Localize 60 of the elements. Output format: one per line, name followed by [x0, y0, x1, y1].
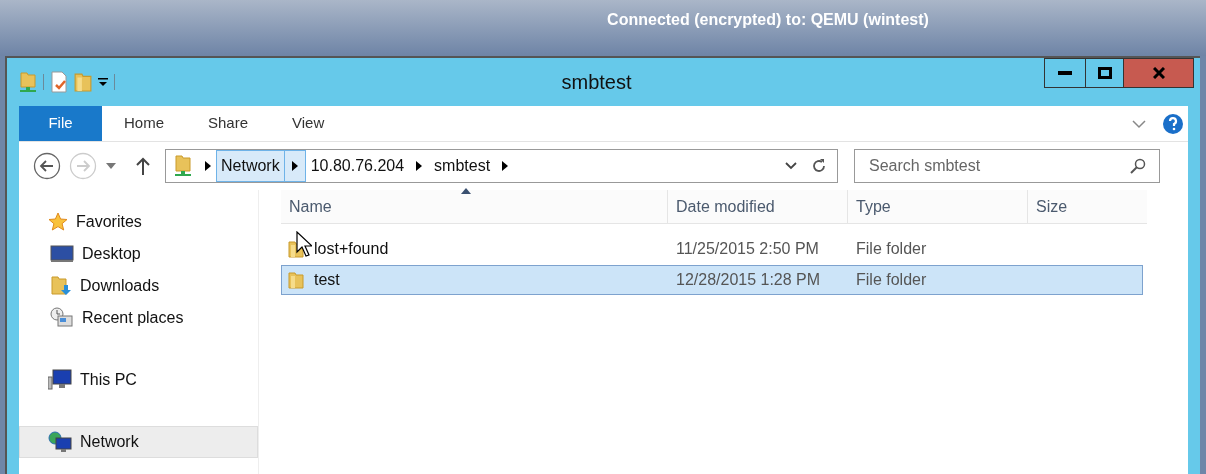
column-header[interactable]: Type: [847, 190, 1027, 223]
window-title: smbtest: [561, 70, 632, 95]
computer-icon: [48, 369, 72, 391]
star-icon: [48, 212, 68, 232]
file-name: lost+found: [314, 239, 389, 259]
breadcrumb[interactable]: 10.80.76.204: [305, 150, 410, 182]
ribbon-tab[interactable]: File: [19, 106, 102, 141]
breadcrumb[interactable]: Network: [216, 150, 285, 182]
close-icon: [1152, 67, 1165, 79]
minimize-button[interactable]: [1044, 58, 1086, 88]
ribbon-tab[interactable]: View: [270, 106, 347, 141]
help-icon[interactable]: [1162, 112, 1184, 135]
table-cell-text: File folder: [855, 239, 928, 259]
close-button[interactable]: [1124, 58, 1194, 88]
sidebar-item[interactable]: This PC: [19, 364, 258, 396]
table-cell-text: 12/28/2015 1:28 PM: [675, 270, 822, 290]
recent-places-icon: [50, 307, 74, 329]
column-header[interactable]: Size: [1027, 190, 1147, 223]
breadcrumb-arrow-icon[interactable]: [501, 161, 510, 171]
address-bar[interactable]: Network 10.80.76.204 smbtest: [165, 149, 838, 183]
folder-icon: [288, 271, 304, 289]
breadcrumb-arrow-icon[interactable]: [415, 161, 424, 171]
download-folder-icon: [50, 275, 72, 297]
up-arrow-icon[interactable]: [135, 156, 151, 176]
monitor-icon: [50, 245, 74, 263]
network-folder-icon: [174, 154, 192, 178]
column-header[interactable]: Date modified: [667, 190, 847, 223]
refresh-icon[interactable]: [811, 158, 827, 174]
properties-icon: [50, 71, 68, 93]
breadcrumb-arrow-icon[interactable]: [290, 161, 299, 171]
maximize-icon: [1097, 67, 1112, 79]
chevron-down-icon[interactable]: [785, 162, 797, 170]
minimize-icon: [1058, 71, 1072, 75]
breadcrumb-arrow-icon[interactable]: [204, 161, 212, 171]
sidebar-item[interactable]: Network: [19, 426, 258, 458]
table-cell-text: File folder: [855, 270, 928, 290]
table-cell-text: 11/25/2015 2:50 PM: [675, 239, 820, 259]
network-icon: [48, 431, 72, 453]
mouse-cursor-icon: [296, 231, 312, 257]
file-name: test: [314, 270, 340, 290]
sort-arrow-icon: [461, 188, 471, 194]
ribbon-tab[interactable]: Share: [186, 106, 271, 141]
network-folder-icon: [19, 71, 37, 93]
new-folder-icon: [74, 71, 92, 93]
back-icon[interactable]: [33, 152, 61, 180]
search-field[interactable]: Search smbtest: [854, 149, 1160, 183]
ribbon-tab[interactable]: Home: [102, 106, 186, 141]
session-title: Connected (encrypted) to: QEMU (wintest): [607, 10, 929, 30]
customize-dropdown-icon: [98, 77, 108, 87]
sidebar-item[interactable]: Desktop: [19, 238, 258, 270]
sidebar-item[interactable]: Favorites: [19, 206, 258, 238]
chevron-down-icon: [1132, 118, 1146, 129]
breadcrumb[interactable]: smbtest: [429, 150, 496, 182]
column-header[interactable]: Name: [281, 190, 667, 223]
sidebar-item[interactable]: Recent places: [19, 302, 258, 334]
maximize-button[interactable]: [1086, 58, 1124, 88]
sidebar-item[interactable]: Downloads: [19, 270, 258, 302]
search-icon: [1130, 158, 1146, 174]
file-row[interactable]: test 12/28/2015 1:28 PM File folder: [281, 265, 1143, 295]
recent-dropdown-icon[interactable]: [105, 162, 117, 170]
